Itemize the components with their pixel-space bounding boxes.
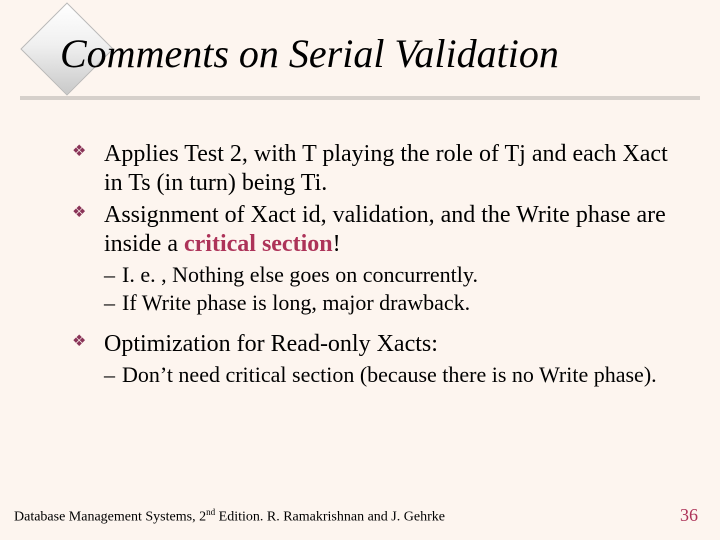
bullet-item: ❖ Assignment of Xact id, validation, and… [72, 201, 672, 260]
dash-bullet-icon: – [104, 361, 115, 389]
sub-bullet-group: – I. e. , Nothing else goes on concurren… [104, 261, 672, 316]
title-underline [20, 96, 700, 100]
critical-section-emphasis: critical section [184, 231, 333, 257]
dash-bullet-icon: – [104, 289, 115, 317]
footer-part: Database Management Systems, 2 [14, 510, 206, 525]
sub-bullet-text: I. e. , Nothing else goes on concurrentl… [122, 262, 478, 287]
diamond-bullet-icon: ❖ [72, 203, 86, 223]
footer-part: Edition. R. Ramakrishnan and J. Gehrke [215, 510, 445, 525]
sub-bullet-text: If Write phase is long, major drawback. [122, 290, 470, 315]
diamond-bullet-icon: ❖ [72, 332, 86, 352]
sub-bullet-item: – If Write phase is long, major drawback… [104, 289, 672, 317]
sub-bullet-item: – I. e. , Nothing else goes on concurren… [104, 261, 672, 289]
slide-title: Comments on Serial Validation [60, 30, 559, 77]
bullet-text: Applies Test 2, with T playing the role … [104, 141, 668, 196]
sub-bullet-item: – Don’t need critical section (because t… [104, 361, 672, 389]
sub-bullet-group: – Don’t need critical section (because t… [104, 361, 672, 389]
slide-body: ❖ Applies Test 2, with T playing the rol… [72, 140, 672, 389]
bullet-item: ❖ Applies Test 2, with T playing the rol… [72, 140, 672, 199]
page-number: 36 [680, 505, 698, 526]
diamond-bullet-icon: ❖ [72, 142, 86, 162]
dash-bullet-icon: – [104, 261, 115, 289]
footer-superscript: nd [206, 507, 215, 517]
footer-text: Database Management Systems, 2nd Edition… [14, 507, 445, 526]
bullet-text: Optimization for Read-only Xacts: [104, 331, 438, 357]
sub-bullet-text: Don’t need critical section (because the… [122, 362, 657, 387]
bullet-text-part: ! [333, 231, 341, 257]
bullet-item: ❖ Optimization for Read-only Xacts: [72, 330, 672, 359]
